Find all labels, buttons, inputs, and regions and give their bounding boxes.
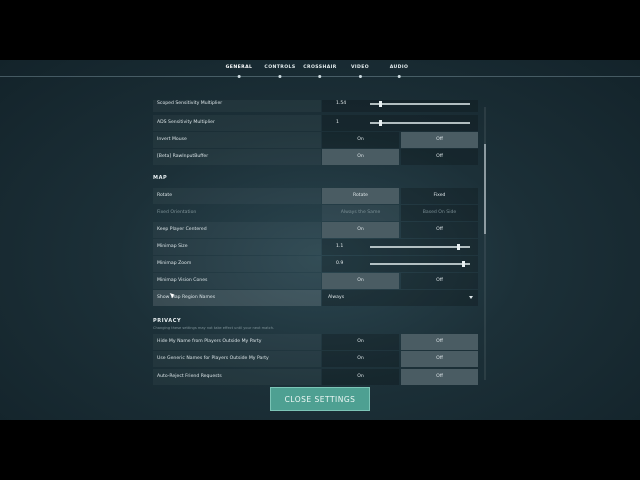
minimap-zoom-slider[interactable]: 0.9 bbox=[322, 256, 478, 272]
setting-label: Hide My Name from Players Outside My Par… bbox=[153, 334, 321, 350]
scoped-sensitivity-slider[interactable]: 1.54 bbox=[322, 100, 478, 112]
vision-cones-on-option[interactable]: On bbox=[322, 273, 399, 289]
hide-name-on-option[interactable]: On bbox=[322, 334, 399, 350]
settings-panel: Scoped Sensitivity Multiplier 1.54 ADS S… bbox=[150, 100, 485, 420]
invert-mouse-on-option[interactable]: On bbox=[322, 132, 399, 148]
setting-label: Show Map Region Names bbox=[153, 290, 321, 306]
settings-screen: GENERAL CONTROLS CROSSHAIR VIDEO AUDIO S… bbox=[0, 60, 640, 420]
raw-input-off-option[interactable]: Off bbox=[401, 149, 478, 165]
slider-track[interactable] bbox=[370, 122, 470, 124]
hide-name-off-option[interactable]: Off bbox=[401, 334, 478, 350]
setting-label: ADS Sensitivity Multiplier bbox=[153, 115, 321, 131]
settings-tabs: GENERAL CONTROLS CROSSHAIR VIDEO AUDIO bbox=[0, 60, 640, 80]
auto-reject-off-option[interactable]: Off bbox=[401, 369, 478, 385]
setting-row-hide-name: Hide My Name from Players Outside My Par… bbox=[153, 334, 478, 350]
slider-knob[interactable] bbox=[462, 261, 466, 267]
setting-row-region-names: Show Map Region Names Always bbox=[153, 290, 478, 306]
tab-indicator-dot bbox=[278, 75, 282, 78]
slider-value: 1.54 bbox=[336, 101, 347, 106]
setting-row-auto-reject: Auto-Reject Friend Requests On Off bbox=[153, 369, 478, 385]
setting-row-minimap-zoom: Minimap Zoom 0.9 bbox=[153, 256, 478, 272]
setting-label: Minimap Zoom bbox=[153, 256, 321, 272]
generic-names-off-option[interactable]: Off bbox=[401, 351, 478, 367]
auto-reject-on-option[interactable]: On bbox=[322, 369, 399, 385]
slider-track[interactable] bbox=[370, 103, 470, 105]
setting-label: Use Generic Names for Players Outside My… bbox=[153, 351, 321, 367]
setting-label: Minimap Vision Cones bbox=[153, 273, 321, 289]
tab-crosshair[interactable]: CROSSHAIR bbox=[303, 65, 337, 78]
tab-indicator-dot bbox=[397, 75, 401, 78]
fixed-option[interactable]: Fixed bbox=[401, 188, 478, 204]
always-same-option[interactable]: Always the Same bbox=[322, 205, 399, 221]
setting-row-generic-names: Use Generic Names for Players Outside My… bbox=[153, 351, 478, 367]
tab-general-label: GENERAL bbox=[225, 65, 253, 70]
rotate-option[interactable]: Rotate bbox=[322, 188, 399, 204]
tab-audio-label: AUDIO bbox=[389, 65, 409, 70]
setting-label: Fixed Orientation bbox=[157, 210, 197, 215]
tab-controls-label: CONTROLS bbox=[264, 65, 296, 70]
slider-value: 1 bbox=[336, 120, 339, 125]
slider-knob[interactable] bbox=[457, 244, 461, 250]
setting-row-raw-input: [Beta] RawInputBuffer On Off bbox=[153, 149, 478, 165]
setting-row-ads-sensitivity: ADS Sensitivity Multiplier 1 bbox=[153, 115, 478, 131]
setting-row-minimap-size: Minimap Size 1.1 bbox=[153, 239, 478, 255]
tab-video-label: VIDEO bbox=[350, 65, 370, 70]
generic-names-on-option[interactable]: On bbox=[322, 351, 399, 367]
section-title-map: MAP bbox=[153, 175, 168, 181]
tab-indicator-dot bbox=[237, 75, 241, 78]
region-names-dropdown[interactable]: Always bbox=[322, 290, 478, 306]
setting-label: Keep Player Centered bbox=[153, 222, 321, 238]
setting-label: Rotate bbox=[153, 188, 321, 204]
vision-cones-off-option[interactable]: Off bbox=[401, 273, 478, 289]
slider-knob[interactable] bbox=[379, 120, 382, 126]
setting-label: Invert Mouse bbox=[153, 132, 321, 148]
slider-value: 0.9 bbox=[336, 261, 344, 266]
setting-label: Auto-Reject Friend Requests bbox=[153, 369, 321, 385]
keep-centered-off-option[interactable]: Off bbox=[401, 222, 478, 238]
tab-indicator-dot bbox=[358, 75, 362, 78]
setting-row-invert-mouse: Invert Mouse On Off bbox=[153, 132, 478, 148]
dropdown-value: Always bbox=[328, 295, 345, 300]
section-title-privacy: PRIVACY bbox=[153, 318, 182, 324]
invert-mouse-off-option[interactable]: Off bbox=[401, 132, 478, 148]
tab-general[interactable]: GENERAL bbox=[225, 65, 253, 78]
tab-crosshair-label: CROSSHAIR bbox=[303, 65, 337, 70]
based-on-side-option[interactable]: Based On Side bbox=[401, 205, 478, 221]
setting-row-rotate: Rotate Rotate Fixed bbox=[153, 188, 478, 204]
slider-value: 1.1 bbox=[336, 244, 344, 249]
keep-centered-on-option[interactable]: On bbox=[322, 222, 399, 238]
close-settings-button[interactable]: CLOSE SETTINGS bbox=[270, 387, 370, 411]
slider-track[interactable] bbox=[370, 246, 470, 248]
chevron-down-icon bbox=[469, 296, 473, 299]
setting-label: Minimap Size bbox=[153, 239, 321, 255]
tab-audio[interactable]: AUDIO bbox=[389, 65, 409, 78]
setting-row-keep-centered: Keep Player Centered On Off bbox=[153, 222, 478, 238]
setting-label: Scoped Sensitivity Multiplier bbox=[153, 100, 321, 112]
setting-row-fixed-orientation: Fixed Orientation Always the Same Based … bbox=[153, 205, 478, 221]
slider-track[interactable] bbox=[370, 263, 470, 265]
tab-indicator-dot bbox=[318, 75, 322, 78]
tab-video[interactable]: VIDEO bbox=[350, 65, 370, 78]
slider-knob[interactable] bbox=[379, 101, 382, 107]
privacy-note: Changing these settings may not take eff… bbox=[153, 326, 275, 330]
ads-sensitivity-slider[interactable]: 1 bbox=[322, 115, 478, 131]
minimap-size-slider[interactable]: 1.1 bbox=[322, 239, 478, 255]
raw-input-on-option[interactable]: On bbox=[322, 149, 399, 165]
setting-row-scoped-sensitivity: Scoped Sensitivity Multiplier 1.54 bbox=[153, 100, 478, 112]
tab-controls[interactable]: CONTROLS bbox=[264, 65, 296, 78]
setting-row-vision-cones: Minimap Vision Cones On Off bbox=[153, 273, 478, 289]
setting-label: [Beta] RawInputBuffer bbox=[153, 149, 321, 165]
